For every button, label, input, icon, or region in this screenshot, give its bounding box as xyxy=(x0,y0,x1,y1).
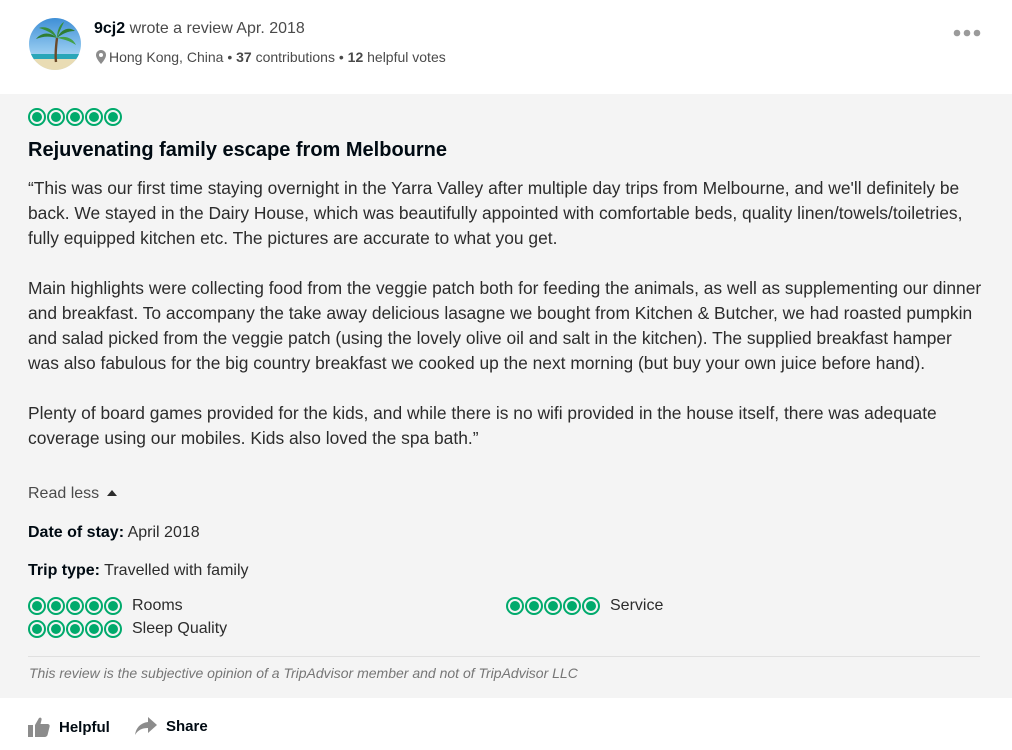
rating-bubble-icon xyxy=(104,108,122,126)
rating-bubble-icon xyxy=(47,597,65,615)
helpful-votes-label: helpful votes xyxy=(367,49,446,65)
rating-bubble-icon xyxy=(47,108,65,126)
helpful-votes-count: 12 xyxy=(347,49,364,65)
meta-separator: • xyxy=(338,49,344,65)
review-title[interactable]: Rejuvenating family escape from Melbourn… xyxy=(28,139,447,162)
rating-bubble-icon xyxy=(28,620,46,638)
sub-rating-service: Service xyxy=(506,597,663,615)
thumbs-up-icon xyxy=(28,717,50,737)
rating-bubble-icon xyxy=(525,597,543,615)
contributions-count: 37 xyxy=(236,49,252,65)
sub-rating-label: Rooms xyxy=(132,597,183,614)
date-of-stay-label: Date of stay: xyxy=(28,524,125,541)
rating-bubble-icon xyxy=(563,597,581,615)
rating-bubble-icon xyxy=(85,620,103,638)
caret-up-icon xyxy=(107,490,118,496)
author-name[interactable]: 9cj2 xyxy=(94,20,125,37)
contributions-label: contributions xyxy=(255,49,335,65)
rating-bubbles xyxy=(28,620,122,638)
review-paragraph: Main highlights were collecting food fro… xyxy=(28,278,982,373)
helpful-label: Helpful xyxy=(59,718,110,736)
share-arrow-icon xyxy=(135,717,157,735)
map-pin-icon xyxy=(96,50,106,64)
review-paragraph: Plenty of board games provided for the k… xyxy=(28,403,937,448)
reviewer-location: Hong Kong, China xyxy=(109,49,224,65)
rating-bubble-icon xyxy=(66,620,84,638)
share-button[interactable]: Share xyxy=(135,717,208,735)
review-date-text: wrote a review Apr. 2018 xyxy=(129,20,305,37)
rating-bubble-icon xyxy=(66,597,84,615)
review-text: “This was our first time staying overnig… xyxy=(28,176,983,451)
date-of-stay: Date of stay: April 2018 xyxy=(28,524,200,542)
review-card: 9cj2 wrote a review Apr. 2018 Hong Kong,… xyxy=(0,0,1012,750)
avatar-palm-tree-image xyxy=(29,18,81,70)
review-header: 9cj2 wrote a review Apr. 2018 Hong Kong,… xyxy=(0,0,1012,88)
helpful-button[interactable]: Helpful xyxy=(28,717,110,737)
rating-bubble-icon xyxy=(506,597,524,615)
sub-rating-rooms: Rooms xyxy=(28,597,183,615)
date-of-stay-value: April 2018 xyxy=(127,524,200,541)
more-options-icon[interactable] xyxy=(953,28,981,38)
rating-bubble-icon xyxy=(104,620,122,638)
sub-rating-sleep-quality: Sleep Quality xyxy=(28,620,227,638)
trip-type-label: Trip type: xyxy=(28,562,101,579)
trip-type: Trip type: Travelled with family xyxy=(28,562,249,580)
meta-separator: • xyxy=(227,49,233,65)
read-less-label: Read less xyxy=(28,485,100,502)
rating-bubble-icon xyxy=(582,597,600,615)
author-line: 9cj2 wrote a review Apr. 2018 xyxy=(94,20,305,38)
review-paragraph: “This was our first time staying overnig… xyxy=(28,178,963,248)
read-less-link[interactable]: Read less xyxy=(28,485,118,503)
divider xyxy=(28,656,980,657)
rating-bubble-icon xyxy=(104,597,122,615)
rating-bubble-icon xyxy=(66,108,84,126)
rating-bubble-icon xyxy=(28,597,46,615)
rating-bubble-icon xyxy=(47,620,65,638)
sub-rating-label: Service xyxy=(610,597,664,614)
rating-bubble-icon xyxy=(85,597,103,615)
disclaimer-text: This review is the subjective opinion of… xyxy=(29,665,578,681)
overall-rating-bubbles xyxy=(28,108,122,126)
sub-rating-label: Sleep Quality xyxy=(132,620,228,637)
rating-bubbles xyxy=(28,597,122,615)
reviewer-meta: Hong Kong, China • 37 contributions • 12… xyxy=(96,49,446,65)
review-body: Rejuvenating family escape from Melbourn… xyxy=(0,94,1012,698)
rating-bubbles xyxy=(506,597,600,615)
share-label: Share xyxy=(166,717,208,735)
review-actions: Helpful Share xyxy=(0,698,1012,750)
rating-bubble-icon xyxy=(544,597,562,615)
trip-type-value: Travelled with family xyxy=(104,562,249,579)
rating-bubble-icon xyxy=(28,108,46,126)
rating-bubble-icon xyxy=(85,108,103,126)
avatar[interactable] xyxy=(29,18,81,70)
